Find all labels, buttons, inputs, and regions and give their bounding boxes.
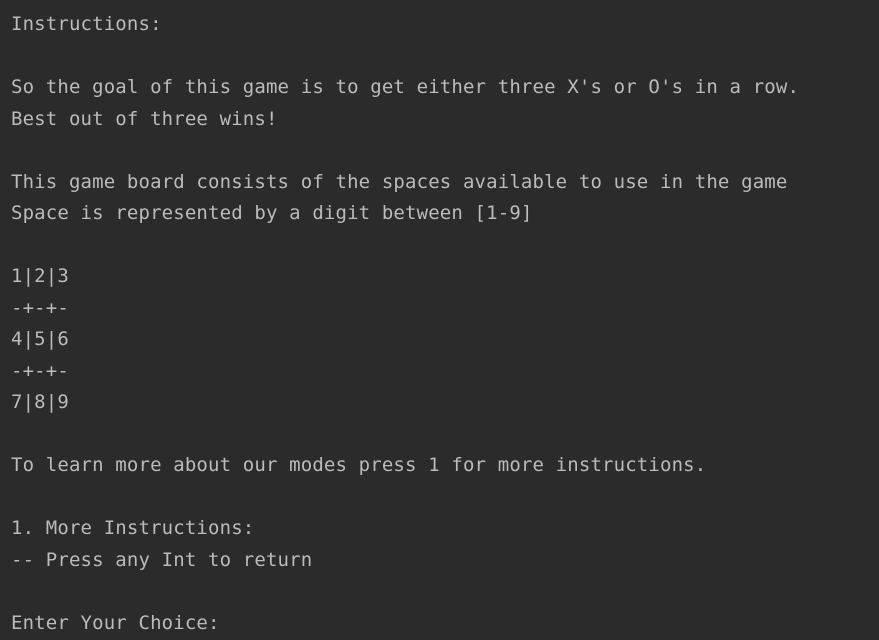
blank-line bbox=[11, 42, 879, 74]
board-separator-2: -+-+- bbox=[11, 357, 879, 389]
blank-line bbox=[11, 420, 879, 452]
best-of-text: Best out of three wins! bbox=[11, 105, 879, 137]
modes-text: To learn more about our modes press 1 fo… bbox=[11, 451, 879, 483]
instructions-title: Instructions: bbox=[11, 10, 879, 42]
goal-text: So the goal of this game is to get eithe… bbox=[11, 73, 879, 105]
board-separator-1: -+-+- bbox=[11, 294, 879, 326]
board-description-text: This game board consists of the spaces a… bbox=[11, 168, 879, 200]
blank-line bbox=[11, 231, 879, 263]
board-row-2: 4|5|6 bbox=[11, 325, 879, 357]
option-return: -- Press any Int to return bbox=[11, 546, 879, 578]
blank-line bbox=[11, 577, 879, 609]
option-more-instructions: 1. More Instructions: bbox=[11, 514, 879, 546]
console-output[interactable]: Instructions: So the goal of this game i… bbox=[0, 0, 879, 637]
choice-prompt[interactable]: Enter Your Choice: bbox=[11, 609, 879, 640]
blank-line bbox=[11, 483, 879, 515]
board-row-3: 7|8|9 bbox=[11, 388, 879, 420]
space-range-text: Space is represented by a digit between … bbox=[11, 199, 879, 231]
blank-line bbox=[11, 136, 879, 168]
board-row-1: 1|2|3 bbox=[11, 262, 879, 294]
